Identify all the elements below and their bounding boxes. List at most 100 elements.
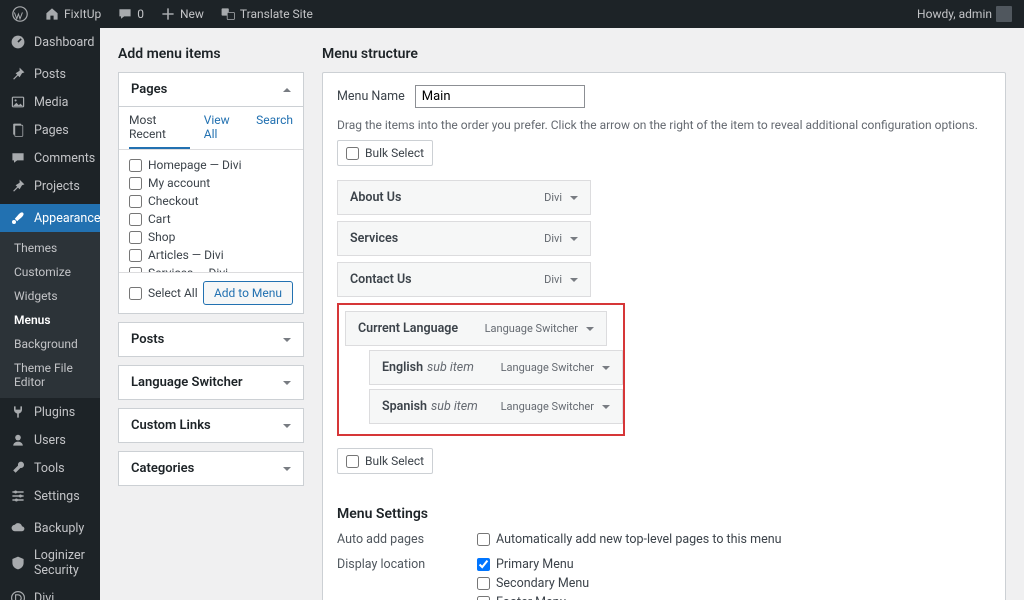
bulk-select-top[interactable]: Bulk Select [337, 140, 433, 166]
page-checkbox[interactable] [129, 213, 142, 226]
loc-secondary[interactable]: Secondary Menu [477, 576, 589, 591]
chevron-down-icon [283, 381, 291, 385]
nav-dashboard[interactable]: Dashboard [0, 28, 100, 56]
nav-comments[interactable]: Comments [0, 144, 100, 172]
sub-customize[interactable]: Customize [0, 260, 100, 284]
main-content: Add menu items Pages Most Recent View Al… [100, 28, 1024, 600]
comment-icon [117, 6, 133, 22]
wp-logo[interactable] [12, 6, 28, 22]
chevron-down-icon [602, 405, 610, 409]
select-all[interactable]: Select All [129, 286, 198, 300]
bulk-checkbox[interactable] [346, 455, 359, 468]
nav-tools[interactable]: Tools [0, 454, 100, 482]
loc-footer[interactable]: Footer Menu [477, 595, 589, 600]
select-all-checkbox[interactable] [129, 287, 142, 300]
sub-themes[interactable]: Themes [0, 236, 100, 260]
admin-toolbar: FixItUp 0 New Translate Site Howdy, admi… [0, 0, 1024, 28]
wordpress-icon [12, 6, 28, 22]
sub-widgets[interactable]: Widgets [0, 284, 100, 308]
panel-posts-header[interactable]: Posts [119, 323, 303, 356]
structure-box: Menu Name Drag the items into the order … [322, 72, 1006, 600]
admin-sidebar: Dashboard Posts Media Pages Comments Pro… [0, 28, 100, 600]
page-checkbox[interactable] [129, 267, 142, 273]
loc-primary[interactable]: Primary Menu [477, 557, 589, 572]
chevron-down-icon [570, 237, 578, 241]
page-row[interactable]: Homepage — Divi [129, 156, 293, 174]
brush-icon [10, 210, 26, 226]
home-icon [44, 6, 60, 22]
nav-divi[interactable]: Divi [0, 584, 100, 600]
page-row[interactable]: Shop [129, 228, 293, 246]
tab-search[interactable]: Search [256, 113, 293, 149]
user-icon [10, 432, 26, 448]
menu-item-current-language[interactable]: Current LanguageLanguage Switcher [345, 311, 607, 346]
menu-item[interactable]: Contact UsDivi [337, 262, 591, 297]
translate-icon [220, 6, 236, 22]
menu-name-input[interactable] [415, 85, 585, 108]
page-checkbox[interactable] [129, 249, 142, 262]
nav-projects[interactable]: Projects [0, 172, 100, 200]
page-checkbox[interactable] [129, 195, 142, 208]
add-to-menu-button[interactable]: Add to Menu [203, 281, 293, 305]
page-row[interactable]: Services — Divi [129, 264, 293, 272]
chevron-down-icon [602, 366, 610, 370]
panel-custom-links: Custom Links [118, 408, 304, 443]
panel-language-switcher: Language Switcher [118, 365, 304, 400]
page-row[interactable]: Articles — Divi [129, 246, 293, 264]
nav-pages[interactable]: Pages [0, 116, 100, 144]
shield-icon [10, 555, 26, 571]
page-checkbox[interactable] [129, 231, 142, 244]
sub-theme-editor[interactable]: Theme File Editor [0, 356, 100, 394]
menu-item-spanish[interactable]: Spanishsub itemLanguage Switcher [369, 389, 623, 424]
nav-loginizer[interactable]: Loginizer Security [0, 542, 100, 584]
nav-posts[interactable]: Posts [0, 60, 100, 88]
sub-menus[interactable]: Menus [0, 308, 100, 332]
new-link[interactable]: New [160, 6, 204, 22]
projects-icon [10, 178, 26, 194]
page-row[interactable]: My account [129, 174, 293, 192]
add-items-heading: Add menu items [118, 46, 304, 62]
nav-media[interactable]: Media [0, 88, 100, 116]
tab-most-recent[interactable]: Most Recent [129, 113, 190, 149]
nav-users[interactable]: Users [0, 426, 100, 454]
cloud-icon [10, 520, 26, 536]
page-icon [10, 122, 26, 138]
panel-categories: Categories [118, 451, 304, 486]
panel-posts: Posts [118, 322, 304, 357]
chevron-down-icon [586, 327, 594, 331]
panel-custom-header[interactable]: Custom Links [119, 409, 303, 442]
tab-view-all[interactable]: View All [204, 113, 242, 149]
site-link[interactable]: FixItUp [44, 6, 101, 22]
chevron-down-icon [283, 424, 291, 428]
panel-categories-header[interactable]: Categories [119, 452, 303, 485]
page-checkbox[interactable] [129, 177, 142, 190]
chevron-down-icon [570, 278, 578, 282]
auto-add-option[interactable]: Automatically add new top-level pages to… [477, 532, 782, 547]
page-checkbox[interactable] [129, 159, 142, 172]
menu-item[interactable]: ServicesDivi [337, 221, 591, 256]
bulk-checkbox[interactable] [346, 147, 359, 160]
plus-icon [160, 6, 176, 22]
sub-background[interactable]: Background [0, 332, 100, 356]
menu-item[interactable]: About UsDivi [337, 180, 591, 215]
bulk-select-bottom[interactable]: Bulk Select [337, 448, 433, 474]
pin-icon [10, 66, 26, 82]
page-row[interactable]: Cart [129, 210, 293, 228]
menu-item-english[interactable]: Englishsub itemLanguage Switcher [369, 350, 623, 385]
translate-link[interactable]: Translate Site [220, 6, 313, 22]
panel-lang-header[interactable]: Language Switcher [119, 366, 303, 399]
nav-settings[interactable]: Settings [0, 482, 100, 510]
chevron-down-icon [570, 196, 578, 200]
user-greeting[interactable]: Howdy, admin [917, 6, 1012, 22]
page-list[interactable]: Homepage — Divi My account Checkout Cart… [119, 150, 303, 272]
page-row[interactable]: Checkout [129, 192, 293, 210]
chevron-down-icon [283, 467, 291, 471]
nav-plugins[interactable]: Plugins [0, 398, 100, 426]
comment-icon [10, 150, 26, 166]
comments-link[interactable]: 0 [117, 6, 144, 22]
nav-backuply[interactable]: Backuply [0, 514, 100, 542]
panel-pages-header[interactable]: Pages [119, 73, 303, 106]
nav-appearance[interactable]: Appearance [0, 204, 100, 232]
appearance-submenu: Themes Customize Widgets Menus Backgroun… [0, 232, 100, 398]
media-icon [10, 94, 26, 110]
